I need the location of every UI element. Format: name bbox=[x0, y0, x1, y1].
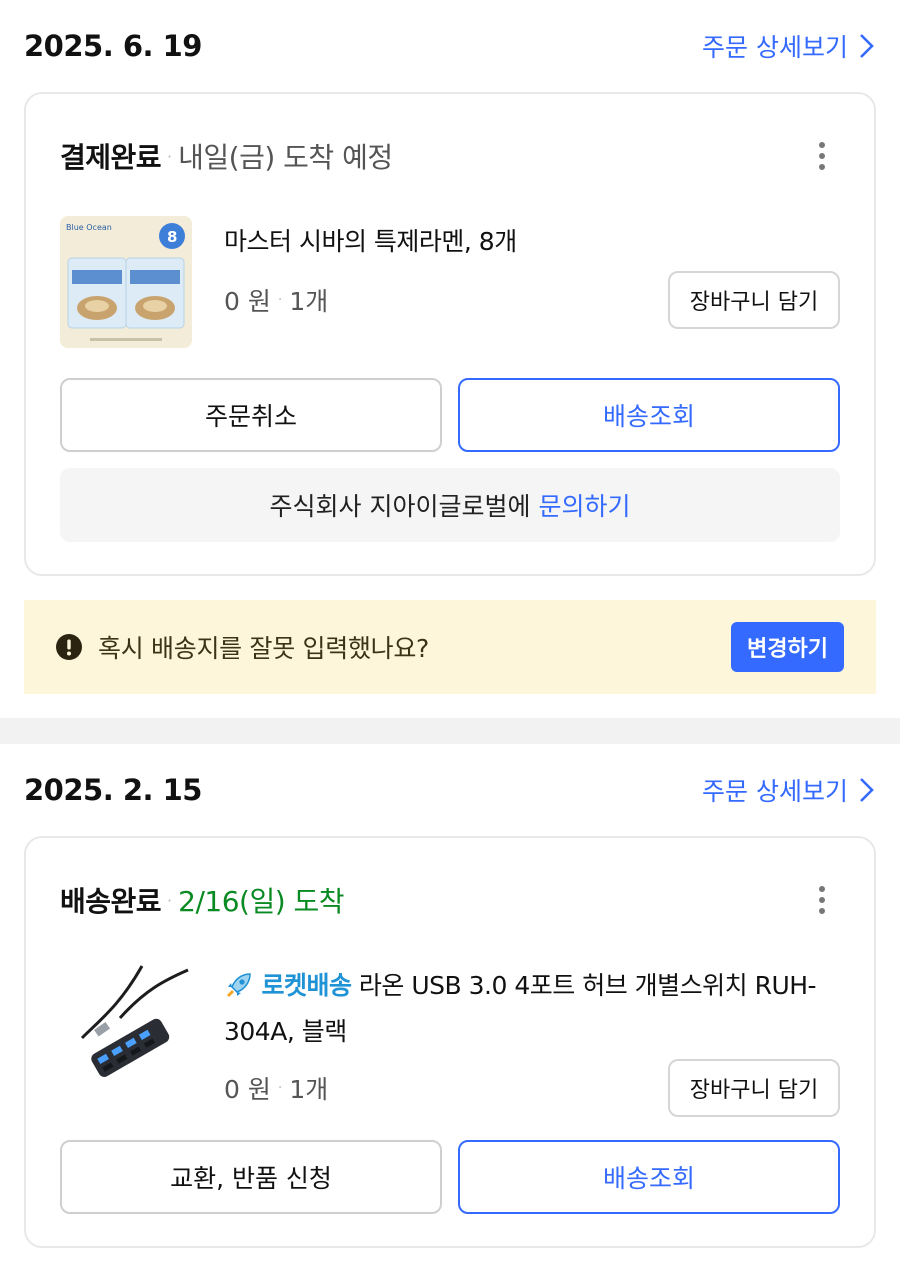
chevron-right-icon bbox=[860, 34, 874, 58]
order-status-desc: 2/16(일) 도착 bbox=[178, 885, 345, 918]
ramen-package-image[interactable]: Blue Ocean 8 bbox=[60, 216, 192, 348]
order-status-label: 배송완료 bbox=[60, 885, 162, 918]
order-date: 2025. 6. 19 bbox=[24, 29, 202, 63]
address-notice-banner: 혹시 배송지를 잘못 입력했나요? 변경하기 bbox=[24, 600, 876, 694]
order-header: 2025. 6. 19 주문 상세보기 bbox=[24, 22, 876, 70]
separator-dot: · bbox=[277, 292, 283, 308]
rocket-icon bbox=[224, 971, 261, 1000]
svg-text:Blue Ocean: Blue Ocean bbox=[66, 223, 112, 232]
track-delivery-button[interactable]: 배송조회 bbox=[458, 1140, 840, 1214]
change-address-button[interactable]: 변경하기 bbox=[731, 622, 844, 672]
separator-dot: · bbox=[167, 890, 173, 910]
product-qty: 1개 bbox=[289, 287, 329, 316]
order-detail-link[interactable]: 주문 상세보기 bbox=[702, 772, 876, 808]
product-price: 0 원 bbox=[224, 1075, 271, 1104]
separator-dot: · bbox=[277, 1080, 283, 1096]
more-options-icon[interactable] bbox=[804, 882, 840, 918]
rocket-delivery-badge: 로켓배송 bbox=[261, 971, 352, 1000]
return-exchange-button[interactable]: 교환, 반품 신청 bbox=[60, 1140, 442, 1214]
chevron-right-icon bbox=[860, 778, 874, 802]
usb-hub-image[interactable] bbox=[60, 960, 192, 1092]
add-to-cart-button[interactable]: 장바구니 담기 bbox=[668, 1059, 840, 1117]
order-status-row: 배송완료 · 2/16(일) 도착 bbox=[60, 878, 840, 922]
order-status-label: 결제완료 bbox=[60, 141, 162, 174]
order-detail-label: 주문 상세보기 bbox=[702, 777, 848, 806]
svg-text:8: 8 bbox=[167, 228, 177, 246]
inquiry-text: 주식회사 지아이글로벌에 bbox=[269, 492, 531, 521]
separator-dot: · bbox=[167, 146, 173, 166]
product-qty: 1개 bbox=[289, 1075, 329, 1104]
notice-text: 혹시 배송지를 잘못 입력했나요? bbox=[98, 634, 430, 663]
track-delivery-button[interactable]: 배송조회 bbox=[458, 378, 840, 452]
seller-inquiry-bar: 주식회사 지아이글로벌에 문의하기 bbox=[60, 468, 840, 542]
order-detail-label: 주문 상세보기 bbox=[702, 33, 848, 62]
order-card: 배송완료 · 2/16(일) 도착 로켓배송 라온 USB 3.0 4포트 허브… bbox=[24, 836, 876, 1248]
price-row: 0 원 · 1개 bbox=[224, 282, 328, 318]
product-name[interactable]: 마스터 시바의 특제라멘, 8개 bbox=[224, 219, 840, 265]
section-divider bbox=[0, 718, 900, 744]
order-header: 2025. 2. 15 주문 상세보기 bbox=[24, 766, 876, 814]
add-to-cart-button[interactable]: 장바구니 담기 bbox=[668, 271, 840, 329]
order-card: 결제완료 · 내일(금) 도착 예정 Blue Ocean 8 마스터 시바의 … bbox=[24, 92, 876, 576]
cancel-order-button[interactable]: 주문취소 bbox=[60, 378, 442, 452]
product-name-text: 마스터 시바의 특제라멘, 8개 bbox=[224, 227, 517, 256]
exclamation-circle-icon bbox=[56, 634, 82, 660]
order-status-row: 결제완료 · 내일(금) 도착 예정 bbox=[60, 134, 840, 178]
inquiry-link[interactable]: 문의하기 bbox=[538, 487, 630, 523]
order-status-desc: 내일(금) 도착 예정 bbox=[178, 141, 393, 174]
order-detail-link[interactable]: 주문 상세보기 bbox=[702, 28, 876, 64]
more-options-icon[interactable] bbox=[804, 138, 840, 174]
price-row: 0 원 · 1개 bbox=[224, 1070, 328, 1106]
product-price: 0 원 bbox=[224, 287, 271, 316]
order-date: 2025. 2. 15 bbox=[24, 773, 202, 807]
product-name[interactable]: 로켓배송 라온 USB 3.0 4포트 허브 개별스위치 RUH-304A, 블… bbox=[224, 963, 840, 1055]
